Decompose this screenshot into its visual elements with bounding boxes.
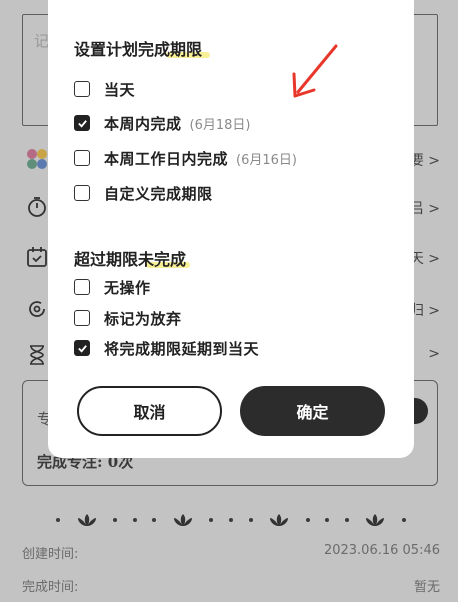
option-date-hint: (6月16日) [236, 152, 297, 168]
hourglass-icon [30, 345, 44, 365]
divider-dot [248, 518, 253, 522]
overdue-section-title: 超过期限未完成 [74, 250, 187, 269]
divider-dot [152, 518, 157, 522]
created-time-row: 创建时间: 2023.06.16 05:46 [22, 543, 440, 562]
option-label: 无操作 [104, 278, 151, 297]
option-label: 将完成期限延期到当天 [104, 339, 260, 358]
checkbox[interactable] [74, 185, 90, 201]
row-value-repeat: 归 > [409, 303, 440, 319]
divider-dot [209, 518, 214, 522]
created-time-value: 2023.06.16 05:46 [323, 543, 440, 558]
lotus-icon [77, 514, 96, 526]
annotation-arrow-icon [292, 44, 338, 98]
option-no-action[interactable]: 无操作 [74, 276, 151, 298]
option-label: 当天 [104, 80, 136, 99]
option-mark-abandoned[interactable]: 标记为放弃 [74, 307, 182, 329]
row-value-deadline: 天 > [409, 251, 440, 267]
option-label: 自定义完成期限 [104, 184, 213, 203]
confirm-button[interactable]: 确定 [240, 386, 385, 436]
plan-input-hint: 记 [34, 32, 50, 50]
option-label: 本周内完成 [104, 114, 182, 133]
checkbox-checked[interactable] [74, 115, 90, 131]
checkbox-checked[interactable] [74, 340, 90, 356]
created-time-label: 创建时间: [22, 547, 79, 562]
option-this-week[interactable]: 本周内完成 (6月18日) [74, 112, 250, 134]
calendar-check-icon [27, 247, 47, 267]
cancel-button[interactable]: 取消 [77, 386, 222, 436]
lotus-divider [56, 508, 406, 532]
option-date-hint: (6月18日) [189, 117, 251, 133]
divider-dot [344, 518, 349, 522]
divider-dot [401, 518, 406, 522]
row-value-color: 要 > [409, 153, 440, 169]
option-label: 标记为放弃 [104, 309, 182, 328]
divider-dot [113, 518, 118, 522]
divider-dot [132, 518, 137, 522]
option-this-workweek[interactable]: 本周工作日内完成 (6月16日) [74, 147, 297, 169]
lotus-icon [173, 514, 192, 526]
completed-time-row: 完成时间: 暂无 [22, 576, 440, 595]
color-palette-icon [27, 149, 47, 169]
checkbox[interactable] [74, 310, 90, 326]
divider-dot [228, 518, 233, 522]
divider-dot [325, 518, 330, 522]
divider-dot [56, 518, 60, 522]
option-today[interactable]: 当天 [74, 78, 135, 100]
completed-time-label: 完成时间: [22, 580, 79, 595]
lotus-icon [270, 514, 289, 526]
option-custom-deadline[interactable]: 自定义完成期限 [74, 182, 213, 204]
checkbox[interactable] [74, 150, 90, 166]
checkbox[interactable] [74, 81, 90, 97]
completed-time-value: 暂无 [413, 580, 440, 595]
repeat-icon [29, 301, 45, 317]
row-value-duration: > [428, 346, 440, 362]
checkmark-icon [77, 119, 87, 128]
row-value-timer: 吕 > [409, 201, 440, 217]
timer-icon [28, 197, 46, 217]
dialog-title: 设置计划完成期限 [74, 40, 203, 59]
checkmark-icon [77, 344, 87, 353]
checkbox[interactable] [74, 279, 90, 295]
option-extend-to-today[interactable]: 将完成期限延期到当天 [74, 337, 259, 359]
divider-dot [305, 518, 310, 522]
lotus-icon [366, 514, 385, 526]
option-label: 本周工作日内完成 [104, 149, 229, 168]
